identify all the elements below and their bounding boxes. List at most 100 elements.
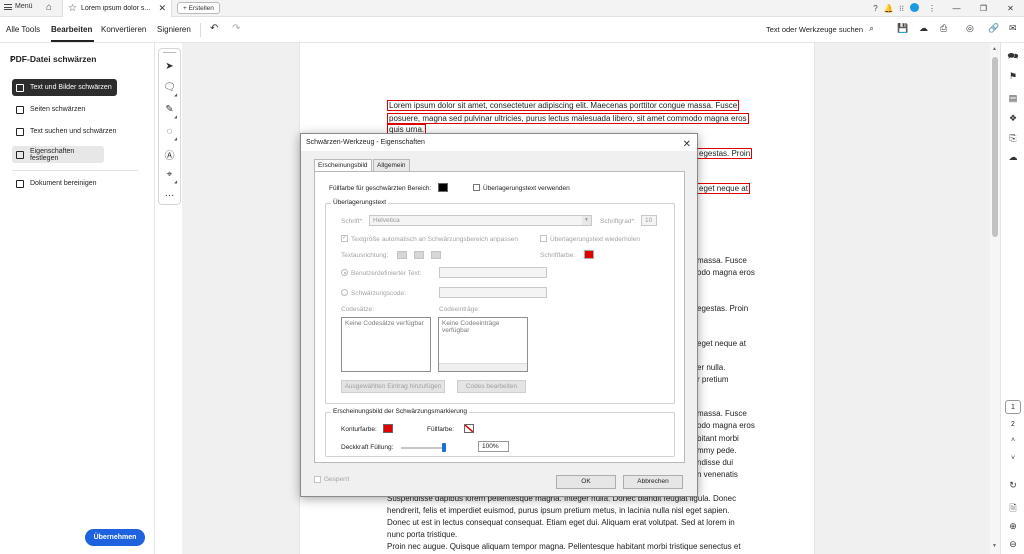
ok-button[interactable]: OK: [556, 475, 616, 489]
comment-tool-dropdown-icon[interactable]: ◢: [174, 92, 177, 97]
stamp-tool-dropdown-icon[interactable]: ◢: [174, 179, 177, 184]
autosize-checkbox[interactable]: [341, 234, 348, 242]
opacity-input[interactable]: 100%: [478, 441, 509, 452]
print-icon[interactable]: ⎙: [940, 23, 947, 34]
dialog-close-icon[interactable]: ✕: [683, 136, 691, 153]
locked-checkbox[interactable]: [314, 476, 321, 483]
sanitize-document-label: Dokument bereinigen: [30, 180, 97, 187]
scroll-up-icon[interactable]: ▲: [992, 46, 997, 52]
attachments-icon[interactable]: ⎘: [1001, 133, 1024, 144]
page-save-icon[interactable]: 🗎: [1001, 501, 1024, 517]
link-icon[interactable]: 🔗: [988, 23, 999, 34]
rotate-icon[interactable]: ↻: [1001, 480, 1024, 491]
cloud-upload-icon[interactable]: ☁: [919, 23, 928, 34]
redaction-mark[interactable]: Lorem ipsum dolor sit amet, consectetuer…: [387, 100, 740, 111]
layers-icon[interactable]: ❖: [1001, 113, 1024, 124]
bookmark-icon[interactable]: ⚑: [1001, 71, 1024, 82]
edit-codes-button[interactable]: Codes bearbeiten: [457, 380, 526, 393]
menu-convert[interactable]: Konvertieren: [101, 25, 146, 34]
redacted-fragment[interactable]: eget neque at: [697, 183, 750, 194]
redo-icon[interactable]: ↷: [232, 23, 240, 34]
redaction-mark[interactable]: egestas. Proin: [697, 148, 753, 159]
fill-color-swatch[interactable]: [438, 183, 448, 192]
find-and-redact-item[interactable]: Text suchen und schwärzen: [12, 123, 117, 140]
align-left-button[interactable]: [397, 251, 407, 259]
lasso-tool-dropdown-icon[interactable]: ◢: [174, 136, 177, 141]
more-tools-icon[interactable]: …: [159, 188, 180, 199]
horizontal-scrollbar[interactable]: [439, 363, 527, 371]
opacity-slider-track[interactable]: [401, 447, 446, 449]
menu-all-tools[interactable]: Alle Tools: [6, 25, 40, 34]
zoom-out-icon[interactable]: ⊖: [1001, 539, 1024, 550]
code-sets-list[interactable]: Keine Codesätze verfügbar: [341, 317, 431, 372]
redact-pages-item[interactable]: Seiten schwärzen: [12, 101, 117, 118]
share-icon[interactable]: ☁: [1001, 152, 1024, 163]
font-color-swatch[interactable]: [584, 250, 594, 259]
repeat-overlay-checkbox[interactable]: [540, 235, 547, 242]
custom-text-input[interactable]: [439, 267, 547, 278]
minimize-icon[interactable]: —: [943, 4, 970, 13]
zoom-in-icon[interactable]: ⊕: [1001, 521, 1024, 532]
list-item: Keine Codesätze verfügbar: [345, 320, 424, 327]
scroll-down-icon[interactable]: ▼: [992, 543, 997, 549]
select-tool-icon[interactable]: ➤: [159, 61, 180, 72]
comments-icon[interactable]: 🗪: [1001, 49, 1024, 65]
tab-general[interactable]: Allgemein: [373, 159, 410, 171]
apply-button[interactable]: Übernehmen: [85, 529, 145, 546]
help-icon[interactable]: ?: [869, 4, 882, 13]
chevron-down-icon[interactable]: ˅: [1001, 455, 1024, 462]
align-right-button[interactable]: [431, 251, 441, 259]
vertical-scrollbar[interactable]: ▲ ▼: [990, 43, 1000, 554]
search-icon[interactable]: ⌕: [869, 23, 874, 34]
sanitize-document-item[interactable]: Dokument bereinigen: [12, 175, 117, 192]
add-selected-entry-button[interactable]: Ausgewählten Eintrag hinzufügen: [341, 380, 445, 393]
redact-text-images-item[interactable]: Text und Bilder schwärzen: [12, 79, 117, 96]
apps-grid-icon[interactable]: ⁝⁝: [895, 4, 908, 13]
set-properties-item[interactable]: Eigenschaften festlegen: [12, 146, 104, 163]
ai-assistant-icon[interactable]: ◎: [966, 23, 974, 34]
overflow-icon[interactable]: ⋮: [921, 4, 943, 13]
document-tab[interactable]: ☆ Lorem ipsum dolor s... ✕: [62, 0, 172, 17]
cancel-button[interactable]: Abbrechen: [623, 475, 683, 489]
font-size-input[interactable]: 10: [641, 215, 657, 226]
save-icon[interactable]: 💾: [897, 23, 908, 34]
redacted-line[interactable]: Lorem ipsum dolor sit amet, consectetuer…: [387, 100, 740, 111]
align-center-button[interactable]: [414, 251, 424, 259]
text-box-tool-icon[interactable]: Ⓐ: [159, 147, 180, 162]
email-icon[interactable]: ✉: [1009, 23, 1017, 34]
outline-color-swatch[interactable]: [383, 424, 393, 433]
menu-edit[interactable]: Bearbeiten: [51, 25, 92, 34]
chevron-up-icon[interactable]: ˄: [1001, 437, 1024, 444]
home-icon[interactable]: ⌂: [46, 2, 52, 13]
redacted-fragment[interactable]: egestas. Proin: [697, 148, 753, 159]
use-overlay-text-checkbox[interactable]: [473, 184, 480, 191]
font-select-value: Helvetica: [373, 217, 400, 224]
avatar[interactable]: [908, 3, 921, 14]
code-entries-list[interactable]: Keine Codeeinträge verfügbar: [438, 317, 528, 372]
scrollbar-thumb[interactable]: [992, 57, 998, 237]
undo-icon[interactable]: ↶: [210, 23, 218, 34]
opacity-slider-thumb[interactable]: [442, 443, 446, 452]
redaction-code-input[interactable]: [439, 287, 547, 298]
no-fill-swatch[interactable]: [464, 424, 474, 433]
close-tab-icon[interactable]: ✕: [158, 3, 166, 14]
page-number-next[interactable]: 2: [1005, 418, 1021, 432]
tool-strip: ➤ 🗨 ◢ ✎ ◢ ◌ ◢ Ⓐ ⌖ ◢ …: [158, 48, 181, 205]
menu-button[interactable]: Menü: [4, 3, 33, 10]
search-tools-label[interactable]: Text oder Werkzeuge suchen: [766, 25, 863, 34]
thumbnails-icon[interactable]: ▤: [1001, 93, 1024, 104]
create-button[interactable]: + Erstellen: [177, 2, 220, 14]
menu-sign[interactable]: Signieren: [157, 25, 191, 34]
redaction-mark[interactable]: posuere, magna sed pulvinar ultricies, p…: [387, 113, 749, 124]
redaction-code-radio[interactable]: [341, 289, 348, 296]
font-select[interactable]: Helvetica ▼: [369, 215, 592, 226]
redacted-line[interactable]: posuere, magna sed pulvinar ultricies, p…: [387, 113, 749, 124]
pen-tool-dropdown-icon[interactable]: ◢: [174, 114, 177, 119]
window-close-icon[interactable]: ✕: [997, 4, 1024, 13]
redaction-mark[interactable]: eget neque at: [697, 183, 750, 194]
restore-icon[interactable]: ❐: [970, 4, 997, 13]
notifications-icon[interactable]: 🔔: [882, 4, 895, 13]
page-number-current[interactable]: 1: [1005, 400, 1021, 414]
star-icon[interactable]: ☆: [68, 3, 77, 14]
custom-text-radio[interactable]: [341, 269, 348, 276]
